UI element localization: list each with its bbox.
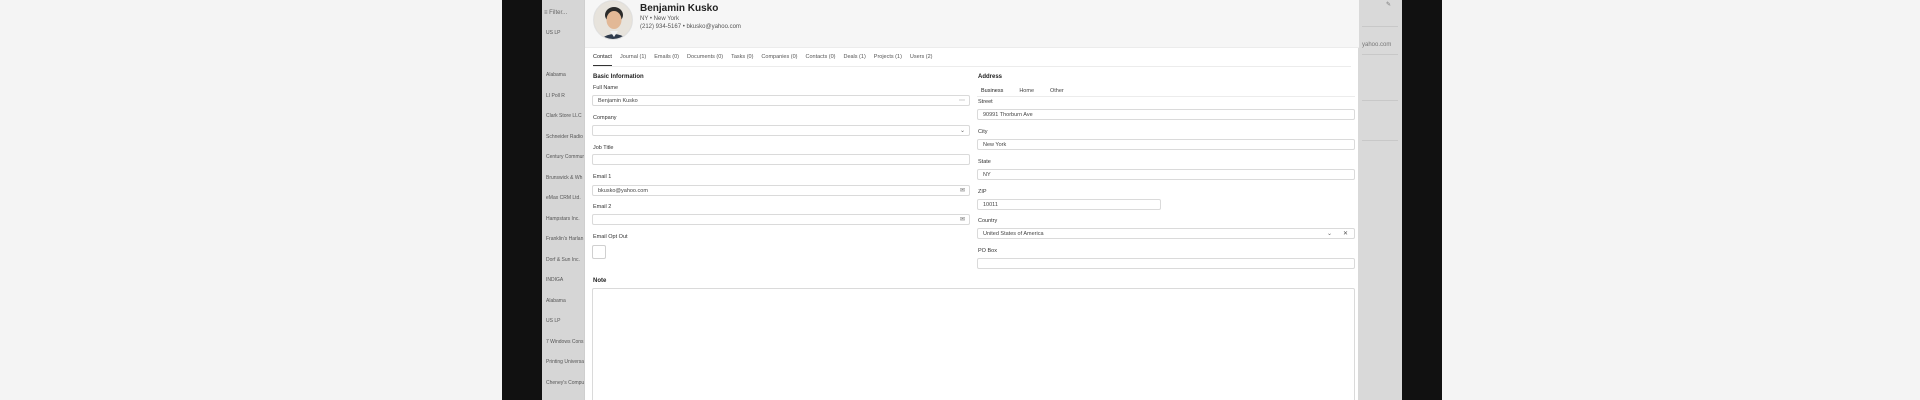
contact-detail-panel: Benjamin Kusko NY • New York (212) 934-5…: [584, 0, 1359, 400]
tab-documents[interactable]: Documents (0): [687, 54, 723, 66]
zip-field[interactable]: 10011: [977, 199, 1161, 210]
more-options-icon[interactable]: ⋯: [959, 97, 965, 104]
tab-tasks[interactable]: Tasks (0): [731, 54, 753, 66]
state-field[interactable]: NY: [977, 169, 1355, 180]
list-item[interactable]: Brunswick & Wh: [546, 175, 584, 181]
email2-label: Email 2: [593, 204, 612, 210]
country-select[interactable]: United States of America ⌄ ✕: [977, 228, 1355, 239]
country-value: United States of America: [983, 231, 1044, 237]
country-label: Country: [978, 218, 998, 224]
avatar-portrait: [594, 1, 632, 39]
note-title: Note: [593, 278, 607, 284]
contact-tabs: Contact Journal (1) Emails (0) Documents…: [593, 54, 933, 66]
divider: [1362, 26, 1398, 27]
full-name-label: Full Name: [593, 85, 619, 91]
state-value: NY: [983, 172, 991, 178]
list-item[interactable]: Alabama: [546, 72, 584, 78]
tab-users[interactable]: Users (2): [910, 54, 933, 66]
background-right-pane: ✎ yahoo.com: [1358, 0, 1402, 400]
contact-header: Benjamin Kusko NY • New York (212) 934-5…: [585, 0, 1359, 48]
street-value: 90991 Thorburn Ave: [983, 112, 1033, 118]
clear-icon[interactable]: ✕: [1343, 230, 1348, 237]
job-title-field[interactable]: [592, 154, 970, 165]
full-name-field[interactable]: Benjamin Kusko ⋯: [592, 95, 970, 106]
city-field[interactable]: New York: [977, 139, 1355, 150]
company-label: Company: [593, 115, 617, 121]
list-item[interactable]: Printing Universal: [546, 359, 584, 365]
tab-projects[interactable]: Projects (1): [874, 54, 902, 66]
po-box-label: PO Box: [978, 248, 997, 254]
list-item[interactable]: Dorf & Sun Inc.: [546, 257, 584, 263]
email2-field[interactable]: ✉: [592, 214, 970, 225]
divider: [1362, 100, 1398, 101]
job-title-label: Job Title: [593, 145, 614, 151]
list-item[interactable]: Hampstars Inc.: [546, 216, 584, 222]
mail-icon[interactable]: ✉: [960, 187, 965, 194]
zip-label: ZIP: [978, 189, 987, 195]
contact-location: NY • New York: [640, 16, 680, 22]
contact-phone-email: (212) 934-5167 • bkusko@yahoo.com: [640, 24, 741, 30]
tab-journal[interactable]: Journal (1): [620, 54, 646, 66]
edit-icon[interactable]: ✎: [1386, 1, 1391, 8]
tabs-divider: [593, 66, 1351, 67]
basic-information-title: Basic Information: [593, 74, 644, 80]
list-item[interactable]: Alabama: [546, 298, 584, 304]
list-item[interactable]: INDIGA: [546, 277, 584, 283]
email-opt-out-checkbox[interactable]: [592, 245, 606, 259]
company-select[interactable]: ⌄: [592, 125, 970, 136]
street-field[interactable]: 90991 Thorburn Ave: [977, 109, 1355, 120]
divider: [1362, 140, 1398, 141]
state-label: State: [978, 159, 991, 165]
note-textarea[interactable]: [592, 288, 1355, 400]
full-name-value: Benjamin Kusko: [598, 98, 638, 104]
list-item[interactable]: US LP: [546, 30, 584, 36]
tab-contacts[interactable]: Contacts (0): [806, 54, 836, 66]
chevron-down-icon[interactable]: ⌄: [1327, 230, 1332, 237]
list-item[interactable]: eMax CRM Ltd.: [546, 195, 584, 201]
email1-value: bkusko@yahoo.com: [598, 188, 648, 194]
chevron-down-icon[interactable]: ⌄: [960, 127, 965, 134]
list-item[interactable]: 7 Windows Cons: [546, 339, 584, 345]
city-label: City: [978, 129, 988, 135]
list-item[interactable]: Franklin's Harlan: [546, 236, 584, 242]
street-label: Street: [978, 99, 993, 105]
tab-deals[interactable]: Deals (1): [843, 54, 865, 66]
list-item[interactable]: Cheney's Computer: [546, 380, 584, 386]
email1-field[interactable]: bkusko@yahoo.com ✉: [592, 185, 970, 196]
email-opt-out-label: Email Opt Out: [593, 234, 628, 240]
background-company-list: US LP Alabama LI Poll R Clark Store LLC …: [542, 0, 584, 400]
list-item[interactable]: Clark Store LLC: [546, 113, 584, 119]
city-value: New York: [983, 142, 1007, 148]
list-item[interactable]: Century Communi: [546, 154, 584, 160]
list-item[interactable]: Schneider Radio: [546, 134, 584, 140]
mail-icon[interactable]: ✉: [960, 216, 965, 223]
tab-companies[interactable]: Companies (0): [761, 54, 797, 66]
tab-contact[interactable]: Contact: [593, 54, 612, 66]
email1-label: Email 1: [593, 174, 612, 180]
background-email-hint: yahoo.com: [1362, 42, 1392, 48]
zip-value: 10011: [983, 202, 998, 208]
avatar: [593, 0, 633, 40]
contact-name: Benjamin Kusko: [640, 3, 719, 14]
device-bezel-left: [502, 0, 542, 400]
tab-emails[interactable]: Emails (0): [654, 54, 679, 66]
list-item[interactable]: US LP: [546, 318, 584, 324]
list-item[interactable]: LI Poll R: [546, 93, 584, 99]
address-title: Address: [978, 74, 1003, 80]
address-subtabs-divider: [977, 96, 1355, 97]
device-bezel-right: [1402, 0, 1442, 400]
po-box-field[interactable]: [977, 258, 1355, 269]
divider: [1362, 54, 1398, 55]
